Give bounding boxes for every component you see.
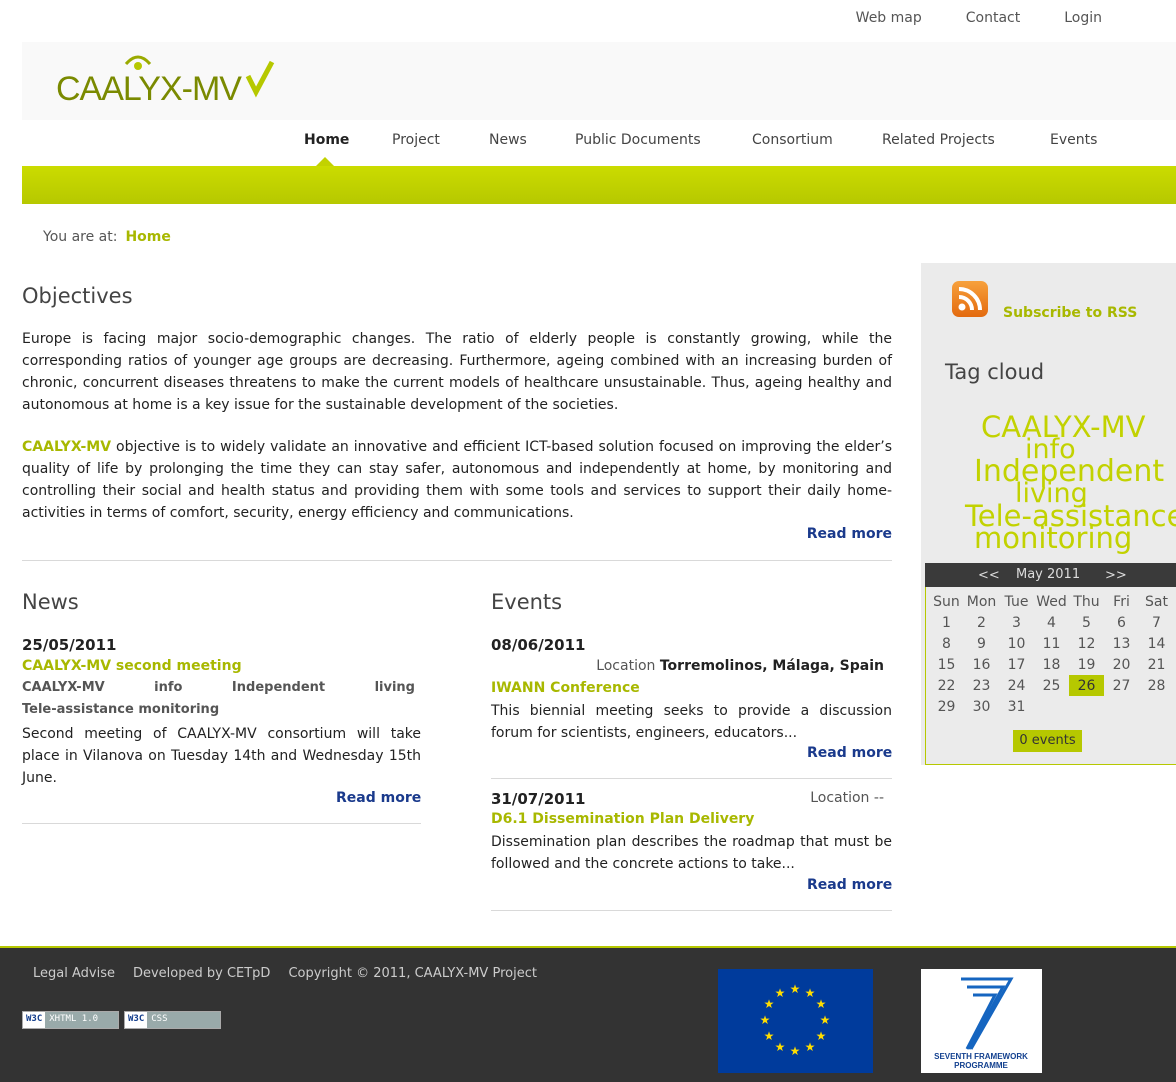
contact-link[interactable]: Contact [966,10,1020,26]
svg-text:★: ★ [775,1040,786,1054]
breadcrumb-current[interactable]: Home [125,229,170,245]
nav-project[interactable]: Project [392,132,440,148]
svg-text:★: ★ [760,1013,771,1027]
legal-advise-link[interactable]: Legal Advise [33,966,115,981]
eu-flag-icon: ★ ★ ★ ★ ★ ★ ★ ★ ★ ★ ★ ★ [718,969,873,1073]
news-tags: CAALYX-MV info Independent living [22,680,415,695]
calendar-week: 29 30 31 [937,698,1026,715]
w3c-css-badge[interactable]: W3C CSS [124,1011,221,1029]
event-name[interactable]: D6.1 Dissemination Plan Delivery [491,811,754,827]
calendar-week: 22 23 24 25 26 27 28 [929,675,1174,696]
svg-text:★: ★ [764,1029,775,1043]
event-name[interactable]: IWANN Conference [491,680,640,696]
event-read-more[interactable]: Read more [807,877,892,893]
calendar-weekdays: Sun Mon Tue Wed Thu Fri Sat [933,593,1168,610]
login-link[interactable]: Login [1064,10,1102,26]
calendar-next[interactable]: >> [1105,568,1127,583]
w3c-xhtml-badge[interactable]: W3C XHTML 1.0 [22,1011,119,1029]
brand-name: CAALYX-MV [22,439,112,455]
seventh-framework-programme-logo: SEVENTH FRAMEWORK PROGRAMME [921,969,1042,1073]
objectives-read-more[interactable]: Read more [807,526,892,542]
svg-text:PROGRAMME: PROGRAMME [954,1061,1008,1070]
svg-text:★: ★ [820,1013,831,1027]
news-body: Second meeting of CAALYX-MV consortium w… [22,726,421,786]
objectives-paragraph-2: CAALYX-MV objective is to widely validat… [22,439,892,521]
svg-text:★: ★ [764,997,775,1011]
event-body: This biennial meeting seeks to provide a… [491,703,892,741]
web-map-link[interactable]: Web map [856,10,922,26]
copyright-text: Copyright © 2011, CAALYX-MV Project [288,966,537,981]
nav-public-documents[interactable]: Public Documents [575,132,701,148]
svg-text:SEVENTH FRAMEWORK: SEVENTH FRAMEWORK [934,1052,1028,1061]
divider [22,823,421,824]
main-nav: Home Project News Public Documents Conso… [0,132,1176,152]
footer-links: Legal Advise Developed by CETpD Copyrigh… [33,966,537,981]
svg-text:★: ★ [790,982,801,996]
svg-text:★: ★ [816,997,827,1011]
nav-home[interactable]: Home [304,132,349,148]
news-date: 25/05/2011 [22,636,117,654]
logo-text: CAALYX-MV [56,70,242,108]
calendar-week: 1234567 [942,614,1161,631]
news-tag[interactable]: living [375,680,415,695]
event-date: 31/07/2011 [491,790,586,808]
calendar-prev[interactable]: << [978,568,1000,583]
calendar-week: 15 16 17 18 19 20 21 [937,656,1166,673]
event-location: Location Torremolinos, Málaga, Spain [596,658,884,674]
event-read-more[interactable]: Read more [807,745,892,761]
events-title: Events [491,590,563,614]
divider [22,560,892,561]
news-title: News [22,590,79,614]
calendar-month: May 2011 [1016,567,1081,582]
objectives-title: Objectives [22,284,133,308]
calendar-today[interactable]: 26 [1069,675,1104,696]
divider [491,910,892,911]
subscribe-rss-link[interactable]: Subscribe to RSS [1003,305,1137,321]
developed-by-link[interactable]: Developed by CETpD [133,966,270,981]
event-date: 08/06/2011 [491,636,586,654]
news-headline[interactable]: CAALYX-MV second meeting [22,658,242,674]
divider [491,778,892,779]
objectives-paragraph-1: Europe is facing major socio-demographic… [22,331,892,413]
event-location: Location -- [810,790,884,806]
caalyx-mv-logo[interactable]: CAALYX-MV [56,52,276,108]
news-tag[interactable]: Independent [232,680,325,695]
svg-text:★: ★ [805,1040,816,1054]
svg-text:★: ★ [775,986,786,1000]
active-nav-indicator [316,157,334,166]
news-read-more[interactable]: Read more [336,790,421,806]
breadcrumb: You are at: Home [43,229,171,245]
nav-consortium[interactable]: Consortium [752,132,833,148]
events-count-button[interactable]: 0 events [1013,730,1082,752]
nav-news[interactable]: News [489,132,527,148]
calendar-grid: Sun Mon Tue Wed Thu Fri Sat 1234567 8 9 10… [929,591,1174,717]
rss-icon[interactable] [952,281,988,317]
svg-text:★: ★ [805,986,816,1000]
tag-cloud-title: Tag cloud [945,360,1045,384]
calendar-header: << May 2011 >> [925,563,1176,587]
news-tag[interactable]: info [154,680,182,695]
nav-related-projects[interactable]: Related Projects [882,132,995,148]
nav-events[interactable]: Events [1050,132,1097,148]
svg-text:★: ★ [790,1044,801,1058]
top-links: Web map Contact Login [856,10,1102,26]
news-tag[interactable]: CAALYX-MV [22,680,105,695]
green-banner [22,166,1176,204]
news-tag[interactable]: Tele-assistance monitoring [22,702,219,717]
calendar-week: 8 9 10 11 12 13 14 [942,635,1166,652]
breadcrumb-label: You are at: [43,229,118,245]
tag-cloud-item[interactable]: monitoring [974,524,1132,553]
svg-text:★: ★ [816,1029,827,1043]
event-body: Dissemination plan describes the roadmap… [491,834,892,872]
